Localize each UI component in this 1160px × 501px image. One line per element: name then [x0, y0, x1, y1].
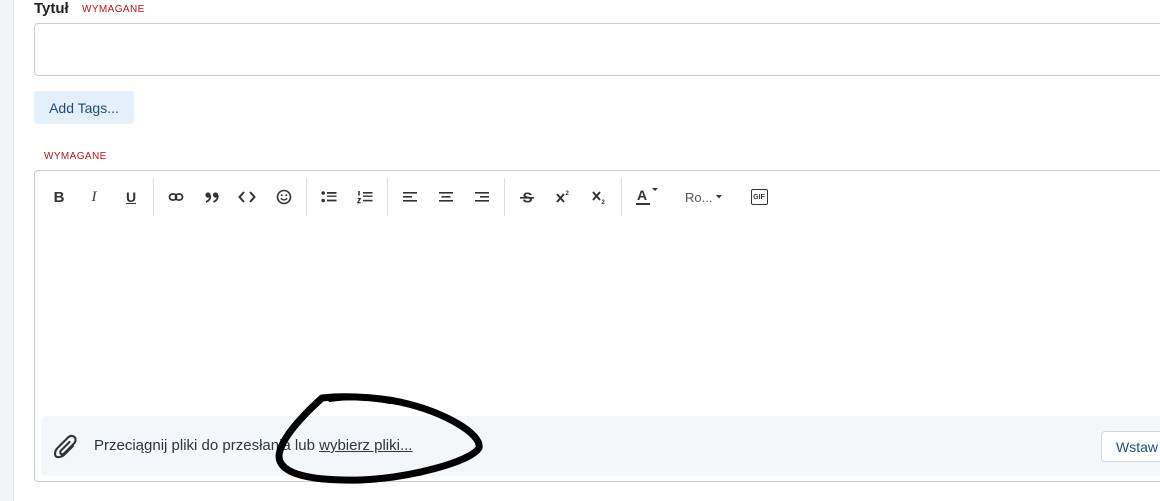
file-dropzone[interactable]: Przeciągnij pliki do przesłania lub wybi…: [41, 416, 1160, 476]
link-icon: [168, 193, 184, 201]
editor-required-tag: WYMAGANE: [44, 151, 107, 162]
emoji-icon: [276, 189, 292, 205]
subscript-icon: 2: [592, 191, 606, 205]
quote-icon: [205, 192, 219, 203]
code-icon: [238, 191, 256, 203]
superscript-button[interactable]: 2: [550, 185, 576, 209]
add-tags-button[interactable]: Add Tags...: [34, 91, 134, 124]
toolbar-separator: [153, 178, 154, 216]
gif-button[interactable]: GIF: [746, 185, 772, 209]
rich-text-editor: B I U 2 2 A Ro... GIF Przeciągnij pliki …: [34, 170, 1160, 482]
gif-icon: GIF: [750, 189, 768, 205]
title-label: Tytuł: [34, 0, 69, 17]
strikethrough-button[interactable]: S: [514, 185, 540, 209]
underline-button[interactable]: U: [118, 185, 144, 209]
italic-icon: I: [91, 188, 97, 205]
numbered-list-icon: [357, 191, 373, 204]
left-gutter: [0, 0, 14, 501]
choose-files-link[interactable]: wybierz pliki...: [319, 437, 412, 454]
bold-icon: B: [53, 188, 65, 206]
align-right-button[interactable]: [469, 185, 495, 209]
align-left-button[interactable]: [397, 185, 423, 209]
font-size-dropdown[interactable]: Ro...: [685, 185, 731, 209]
title-required-tag: WYMAGANE: [82, 4, 145, 15]
bullet-list-button[interactable]: [316, 185, 342, 209]
bold-button[interactable]: B: [46, 185, 72, 209]
numbered-list-button[interactable]: [352, 185, 378, 209]
bullet-list-icon: [321, 191, 337, 203]
align-right-icon: [475, 192, 489, 202]
underline-icon: U: [125, 189, 137, 205]
quote-button[interactable]: [199, 185, 225, 209]
chevron-down-icon: [716, 195, 723, 199]
dropzone-text: Przeciągnij pliki do przesłania lub wybi…: [94, 437, 413, 454]
strikethrough-icon: S: [520, 190, 534, 205]
toolbar-separator: [621, 178, 622, 216]
svg-text:2: 2: [602, 200, 606, 205]
editor-toolbar: B I U 2 2 A Ro... GIF: [35, 171, 1160, 221]
align-left-icon: [403, 192, 417, 202]
code-button[interactable]: [234, 185, 260, 209]
text-color-button[interactable]: A: [631, 185, 663, 209]
emoji-button[interactable]: [271, 185, 297, 209]
paperclip-icon: [53, 434, 77, 459]
align-center-icon: [439, 192, 453, 202]
superscript-icon: 2: [556, 191, 570, 203]
insert-button[interactable]: Wstaw: [1101, 431, 1160, 462]
text-color-icon: A: [636, 187, 658, 205]
subscript-button[interactable]: 2: [586, 185, 612, 209]
italic-button[interactable]: I: [81, 185, 107, 209]
toolbar-separator: [504, 178, 505, 216]
align-center-button[interactable]: [433, 185, 459, 209]
title-input[interactable]: [34, 23, 1160, 76]
toolbar-separator: [306, 178, 307, 216]
font-size-label: Ro...: [685, 189, 713, 205]
svg-text:A: A: [637, 187, 647, 203]
editor-content-area[interactable]: [35, 223, 1160, 413]
toolbar-separator: [387, 178, 388, 216]
link-button[interactable]: [163, 185, 189, 209]
svg-text:2: 2: [566, 191, 570, 197]
